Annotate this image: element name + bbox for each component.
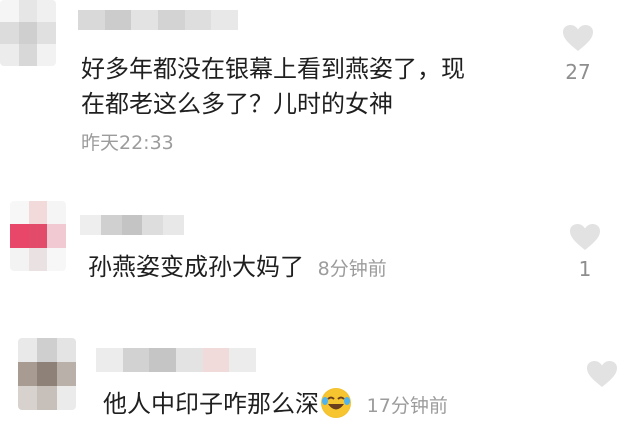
- username-blurred[interactable]: [80, 215, 184, 235]
- comment-time: 8分钟前: [317, 258, 387, 280]
- heart-icon[interactable]: [562, 24, 594, 52]
- comment-item-1: 好多年都没在银幕上看到燕姿了，现 在都老这么多了？儿时的女神 昨天22:33 2…: [0, 0, 641, 160]
- like-count: 27: [565, 60, 591, 84]
- comment-item-2: 孙燕姿变成孙大妈了 8分钟前 1: [0, 195, 641, 295]
- avatar[interactable]: [10, 201, 66, 271]
- comment-item-3: 他人中印子咋那么深 17分钟前: [0, 330, 641, 448]
- comment-text-line-2: 在都老这么多了？儿时的女神: [81, 90, 393, 118]
- comment-text: 他人中印子咋那么深 17分钟前: [103, 387, 448, 424]
- comment-text-content: 孙燕姿变成孙大妈了: [88, 253, 304, 281]
- avatar[interactable]: [18, 338, 76, 410]
- heart-icon[interactable]: [569, 223, 601, 251]
- comment-time: 昨天22:33: [81, 132, 174, 154]
- comment-text-line-1: 好多年都没在银幕上看到燕姿了，现: [81, 55, 465, 83]
- comment-time: 17分钟前: [366, 395, 448, 417]
- like-count: 1: [578, 257, 592, 281]
- username-blurred[interactable]: [78, 10, 238, 30]
- laughing-crying-emoji-icon: [321, 388, 351, 418]
- comment-text: 孙燕姿变成孙大妈了 8分钟前: [88, 250, 387, 287]
- comment-text-content: 他人中印子咋那么深: [103, 390, 319, 418]
- avatar[interactable]: [0, 0, 56, 66]
- heart-icon[interactable]: [586, 360, 618, 388]
- username-blurred[interactable]: [96, 348, 256, 372]
